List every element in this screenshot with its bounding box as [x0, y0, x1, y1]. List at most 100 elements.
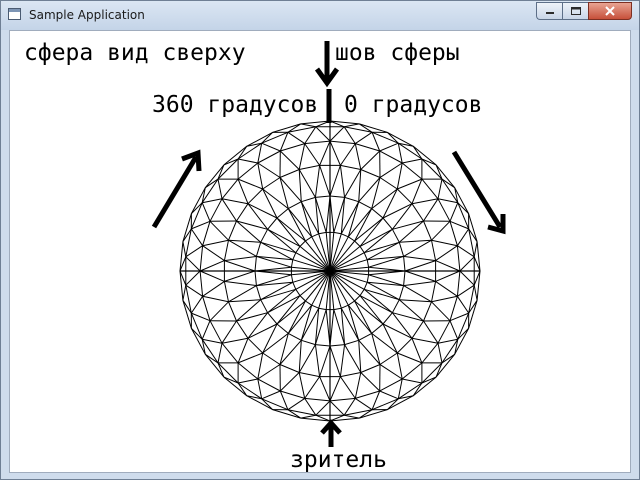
- mesh-edge: [371, 333, 398, 354]
- mesh-edge: [329, 126, 345, 142]
- mesh-edge: [319, 165, 331, 197]
- mesh-edge: [237, 362, 259, 380]
- mesh-edge: [319, 345, 331, 377]
- mesh-edge: [224, 270, 256, 282]
- mesh-edge: [329, 400, 345, 416]
- mesh-edge: [382, 323, 398, 354]
- mesh-edge: [456, 228, 470, 246]
- title-bar[interactable]: Sample Application: [1, 1, 639, 30]
- mesh-edge: [347, 304, 373, 334]
- mesh-edge: [311, 304, 319, 309]
- mesh-edge: [435, 260, 461, 272]
- mesh-edge: [199, 245, 204, 272]
- minimize-icon: [545, 12, 554, 14]
- close-button[interactable]: [588, 2, 632, 20]
- mesh-edge: [398, 242, 405, 257]
- mesh-edge: [329, 376, 341, 402]
- mesh-edge: [311, 233, 319, 238]
- mesh-edge: [396, 162, 403, 190]
- mesh-edge: [304, 140, 331, 145]
- mesh-edge: [190, 296, 204, 314]
- mesh-edge: [379, 177, 398, 190]
- mesh-edge: [318, 307, 327, 311]
- mesh-edge: [223, 281, 229, 302]
- mesh-edge: [255, 285, 262, 300]
- mesh-edge: [379, 390, 399, 400]
- mesh-edge: [279, 150, 300, 170]
- maximize-button[interactable]: [562, 2, 588, 20]
- close-icon: [605, 6, 615, 16]
- mesh-edge: [347, 208, 373, 238]
- mesh-edge: [209, 320, 223, 344]
- mesh-edge: [221, 342, 239, 364]
- mesh-edge: [217, 164, 225, 180]
- mesh-edge: [459, 256, 475, 272]
- mesh-edge: [202, 280, 225, 297]
- client-area: сфера вид сверху шов сферы 360 градусов …: [9, 30, 631, 473]
- mesh-edge: [201, 320, 211, 340]
- mesh-edge: [202, 221, 211, 246]
- mesh-edge: [431, 295, 458, 303]
- mesh-edge: [360, 364, 381, 373]
- mesh-edge: [382, 323, 413, 339]
- mesh-edge: [435, 362, 443, 378]
- mesh-edge: [392, 203, 413, 230]
- mesh-edge: [300, 123, 316, 128]
- mesh-edge: [354, 295, 361, 302]
- mesh-edge: [403, 280, 436, 287]
- mesh-edge: [396, 352, 403, 380]
- mesh-edge: [359, 295, 384, 325]
- mesh-edge: [359, 123, 388, 133]
- app-window-icon[interactable]: [8, 8, 21, 20]
- mesh-edge: [182, 241, 187, 257]
- mesh-edge: [363, 288, 393, 314]
- mesh-edge: [468, 300, 478, 329]
- label-sphere-top-view: сфера вид сверху: [24, 40, 246, 66]
- mesh-edge: [358, 332, 372, 341]
- mesh-edge: [399, 239, 432, 243]
- mesh-edge: [456, 270, 461, 297]
- mesh-edge: [473, 241, 478, 257]
- mesh-edge: [276, 323, 289, 334]
- mesh-edge: [423, 320, 439, 344]
- mesh-edge: [280, 143, 305, 152]
- mesh-edge: [221, 337, 249, 344]
- mesh-edge: [202, 338, 223, 344]
- mesh-edge: [341, 233, 349, 238]
- mesh-edge: [403, 285, 432, 303]
- mesh-edge: [287, 208, 313, 238]
- mesh-edge: [411, 198, 439, 205]
- mesh-edge: [437, 198, 458, 204]
- mesh-edge: [223, 158, 239, 166]
- mesh-edge: [403, 256, 406, 272]
- mesh-edge: [261, 142, 281, 152]
- mesh-edge: [228, 299, 261, 303]
- mesh-edge: [421, 376, 437, 384]
- mesh-edge: [339, 376, 356, 399]
- mesh-edge: [304, 398, 317, 416]
- mesh-edge: [435, 270, 461, 282]
- mesh-edge: [364, 288, 400, 301]
- minimize-button[interactable]: [536, 2, 562, 20]
- mesh-edge: [343, 126, 356, 144]
- mesh-edge: [396, 188, 413, 205]
- mesh-edge: [209, 220, 229, 241]
- mesh-edge: [228, 285, 257, 303]
- mesh-edge: [236, 320, 249, 339]
- mesh-edge: [288, 332, 302, 341]
- mesh-edge: [379, 364, 403, 380]
- mesh-edge: [354, 372, 362, 399]
- mesh-edge: [354, 300, 373, 334]
- mesh-edge: [437, 179, 443, 199]
- mesh-edge: [287, 131, 305, 145]
- mesh-edge: [456, 245, 461, 272]
- mesh-edge: [363, 228, 393, 254]
- mesh-edge: [354, 217, 384, 242]
- mesh-edge: [276, 217, 306, 242]
- mesh-edge: [364, 241, 400, 254]
- mesh-edge: [343, 398, 356, 416]
- mesh-edge: [379, 150, 403, 164]
- mesh-edge: [355, 131, 373, 145]
- mesh-edge: [280, 390, 305, 399]
- mesh-edge: [329, 165, 341, 197]
